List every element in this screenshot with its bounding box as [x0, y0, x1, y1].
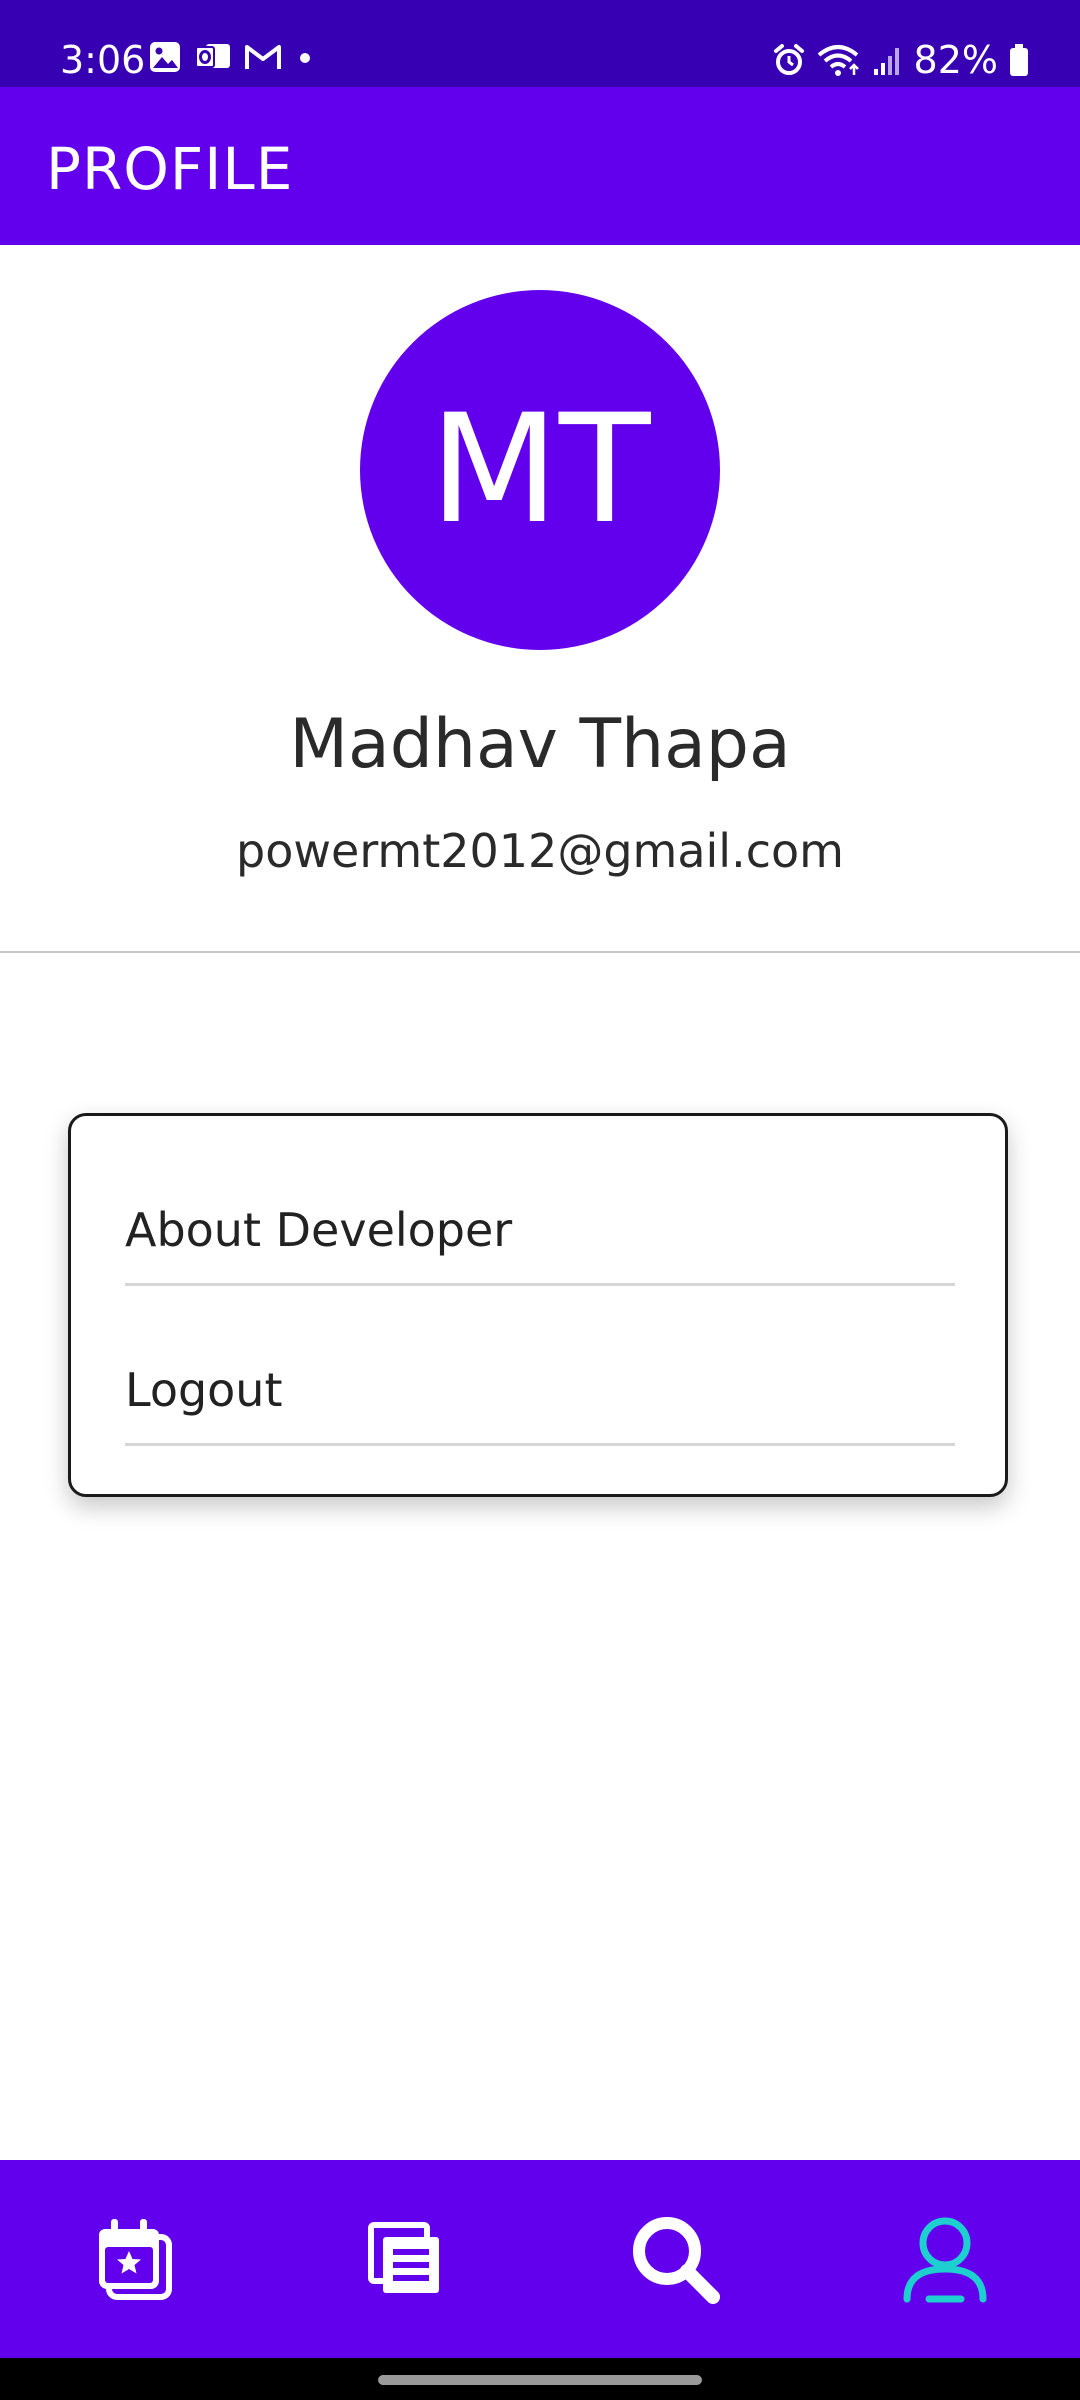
nav-search[interactable] [540, 2160, 810, 2358]
avatar-initials: MT [429, 383, 651, 557]
dot-icon [300, 53, 310, 63]
system-navigation-bar [0, 2358, 1080, 2400]
status-time: 3:06 [60, 38, 146, 82]
home-handle[interactable] [378, 2375, 702, 2385]
outlook-icon [195, 44, 230, 68]
calendar-star-icon [99, 2219, 172, 2300]
page-title: PROFILE [46, 135, 294, 203]
bottom-navigation [0, 2160, 1080, 2358]
logout-item[interactable]: Logout [125, 1286, 955, 1446]
battery-percent: 82% [913, 38, 998, 82]
divider [0, 951, 1080, 953]
gmail-icon [245, 45, 281, 69]
gallery-icon [150, 42, 180, 72]
alarm-icon [773, 44, 804, 75]
status-bar: 3:06 82% [0, 0, 1080, 87]
user-email: powermt2012@gmail.com [236, 824, 844, 878]
profile-icon [903, 2217, 987, 2303]
search-icon [633, 2217, 720, 2304]
about-developer-item[interactable]: About Developer [125, 1116, 955, 1286]
nav-news[interactable] [270, 2160, 540, 2358]
nav-profile[interactable] [810, 2160, 1080, 2358]
user-name: Madhav Thapa [289, 705, 791, 784]
about-developer-label: About Developer [125, 1203, 513, 1257]
system-icons: 82% [762, 36, 1030, 84]
menu-card: About Developer Logout [68, 1113, 1008, 1497]
battery-icon [1010, 44, 1028, 76]
news-icon [368, 2222, 439, 2293]
menu-divider [125, 1443, 955, 1446]
profile-screen: 3:06 82% PROFILE MT Madhav Thapa powermt… [0, 0, 1080, 2400]
notification-icons [148, 40, 328, 74]
app-bar: PROFILE [0, 87, 1080, 245]
signal-icon [873, 48, 899, 75]
avatar: MT [360, 290, 720, 650]
nav-events[interactable] [0, 2160, 270, 2358]
wifi-icon [817, 45, 859, 76]
logout-label: Logout [125, 1363, 283, 1417]
